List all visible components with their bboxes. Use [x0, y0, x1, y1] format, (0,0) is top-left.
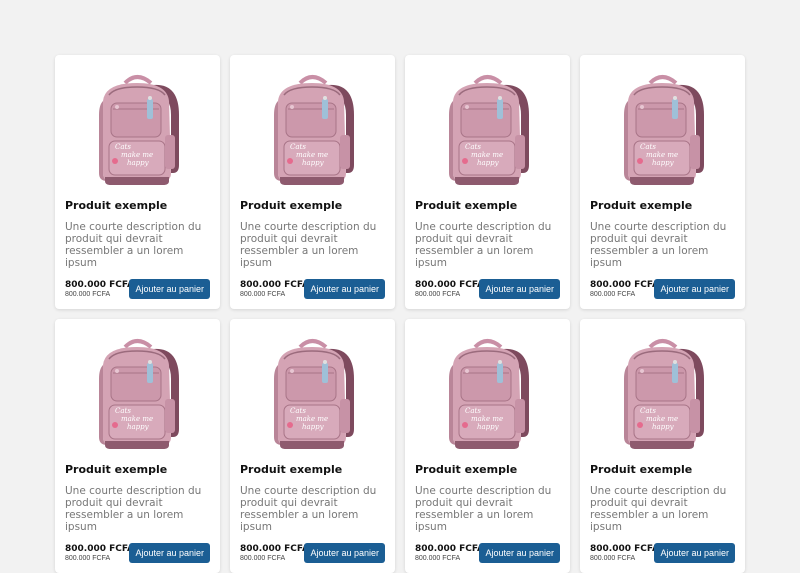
product-description: Une courte description du produit qui de…	[240, 485, 377, 533]
product-card[interactable]: Cats make me happy Produit exemple Une cou…	[55, 319, 220, 573]
product-image[interactable]: Cats make me happy	[405, 65, 570, 190]
product-title[interactable]: Produit exemple	[590, 199, 692, 212]
add-to-cart-button[interactable]: Ajouter au panier	[129, 543, 210, 563]
product-card[interactable]: Cats make me happy Produit exemple Une cou…	[55, 55, 220, 309]
product-title[interactable]: Produit exemple	[65, 199, 167, 212]
backpack-image: Cats make me happy	[449, 339, 529, 449]
product-image[interactable]: Cats make me happy	[230, 65, 395, 190]
product-description: Une courte description du produit qui de…	[415, 221, 552, 269]
product-price-old: 800.000 FCFA	[590, 291, 636, 298]
backpack-image: Cats make me happy	[274, 75, 354, 185]
product-price: 800.000 FCFA	[590, 544, 659, 554]
add-to-cart-button[interactable]: Ajouter au panier	[129, 279, 210, 299]
add-to-cart-button[interactable]: Ajouter au panier	[654, 543, 735, 563]
product-title[interactable]: Produit exemple	[590, 463, 692, 476]
backpack-image: Cats make me happy	[99, 339, 179, 449]
product-price-old: 800.000 FCFA	[240, 555, 286, 562]
product-image[interactable]: Cats make me happy	[580, 329, 745, 454]
product-card[interactable]: Cats make me happy Produit exemple Une cou…	[405, 319, 570, 573]
product-price-old: 800.000 FCFA	[415, 291, 461, 298]
product-price: 800.000 FCFA	[590, 280, 659, 290]
product-price-old: 800.000 FCFA	[415, 555, 461, 562]
backpack-image: Cats make me happy	[624, 339, 704, 449]
product-description: Une courte description du produit qui de…	[65, 221, 202, 269]
product-title[interactable]: Produit exemple	[240, 199, 342, 212]
product-image[interactable]: Cats make me happy	[580, 65, 745, 190]
product-title[interactable]: Produit exemple	[415, 463, 517, 476]
backpack-image: Cats make me happy	[624, 75, 704, 185]
add-to-cart-button[interactable]: Ajouter au panier	[304, 543, 385, 563]
product-price-old: 800.000 FCFA	[65, 555, 111, 562]
product-card[interactable]: Cats make me happy Produit exemple Une cou…	[580, 319, 745, 573]
backpack-image: Cats make me happy	[274, 339, 354, 449]
add-to-cart-button[interactable]: Ajouter au panier	[304, 279, 385, 299]
product-card[interactable]: Cats make me happy Produit exemple Une cou…	[230, 55, 395, 309]
product-price: 800.000 FCFA	[65, 280, 134, 290]
product-description: Une courte description du produit qui de…	[415, 485, 552, 533]
product-card[interactable]: Cats make me happy Produit exemple Une cou…	[405, 55, 570, 309]
product-price: 800.000 FCFA	[65, 544, 134, 554]
product-grid: Cats make me happy Produit exemple Une cou…	[55, 55, 745, 573]
product-price: 800.000 FCFA	[415, 544, 484, 554]
product-image[interactable]: Cats make me happy	[405, 329, 570, 454]
product-image[interactable]: Cats make me happy	[230, 329, 395, 454]
product-image[interactable]: Cats make me happy	[55, 65, 220, 190]
product-description: Une courte description du produit qui de…	[590, 221, 727, 269]
product-price: 800.000 FCFA	[240, 280, 309, 290]
add-to-cart-button[interactable]: Ajouter au panier	[654, 279, 735, 299]
product-price-old: 800.000 FCFA	[590, 555, 636, 562]
product-title[interactable]: Produit exemple	[65, 463, 167, 476]
backpack-image: Cats make me happy	[99, 75, 179, 185]
product-price: 800.000 FCFA	[240, 544, 309, 554]
product-description: Une courte description du produit qui de…	[65, 485, 202, 533]
backpack-image: Cats make me happy	[449, 75, 529, 185]
add-to-cart-button[interactable]: Ajouter au panier	[479, 543, 560, 563]
add-to-cart-button[interactable]: Ajouter au panier	[479, 279, 560, 299]
product-price-old: 800.000 FCFA	[65, 291, 111, 298]
product-description: Une courte description du produit qui de…	[590, 485, 727, 533]
product-price-old: 800.000 FCFA	[240, 291, 286, 298]
product-image[interactable]: Cats make me happy	[55, 329, 220, 454]
product-title[interactable]: Produit exemple	[240, 463, 342, 476]
product-card[interactable]: Cats make me happy Produit exemple Une cou…	[580, 55, 745, 309]
product-title[interactable]: Produit exemple	[415, 199, 517, 212]
product-description: Une courte description du produit qui de…	[240, 221, 377, 269]
product-card[interactable]: Cats make me happy Produit exemple Une cou…	[230, 319, 395, 573]
product-price: 800.000 FCFA	[415, 280, 484, 290]
